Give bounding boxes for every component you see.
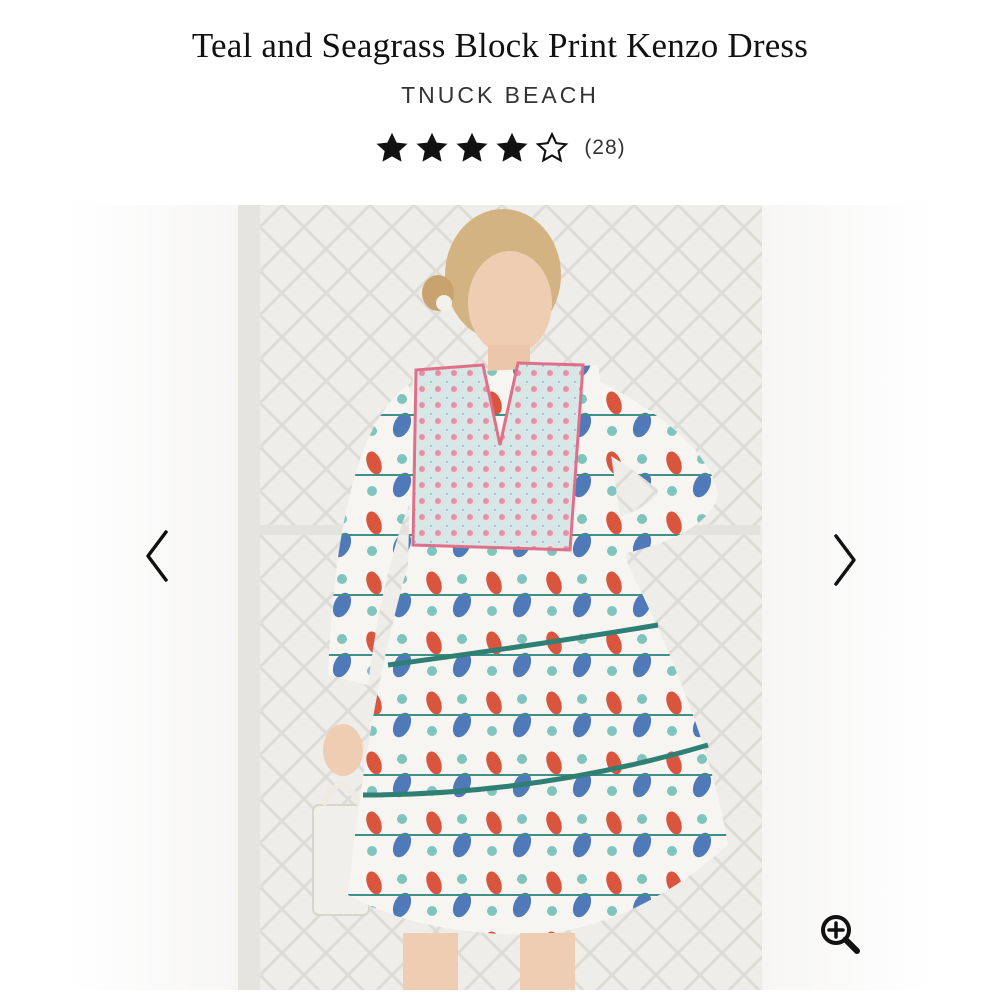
gallery-side-left [66, 205, 238, 990]
previous-image-button[interactable] [142, 528, 172, 588]
next-image-button[interactable] [830, 528, 860, 588]
chevron-right-icon [834, 534, 856, 586]
zoom-in-icon [821, 915, 860, 954]
star-empty-icon [535, 131, 569, 163]
product-title: Teal and Seagrass Block Print Kenzo Dres… [191, 26, 809, 65]
star-filled-icon [456, 132, 488, 162]
brand-name[interactable]: TNUCK BEACH [0, 82, 1000, 109]
product-photo-illustration [238, 205, 762, 990]
star-filled-icon [416, 132, 448, 162]
chevron-left-icon [146, 530, 168, 582]
rating-stars[interactable]: (28) [0, 130, 1000, 166]
gallery-side-right [762, 205, 934, 990]
product-image[interactable] [238, 205, 762, 990]
zoom-button[interactable] [818, 912, 862, 956]
review-count[interactable]: (28) [584, 136, 625, 160]
star-filled-icon [376, 132, 408, 162]
star-filled-icon [496, 132, 528, 162]
